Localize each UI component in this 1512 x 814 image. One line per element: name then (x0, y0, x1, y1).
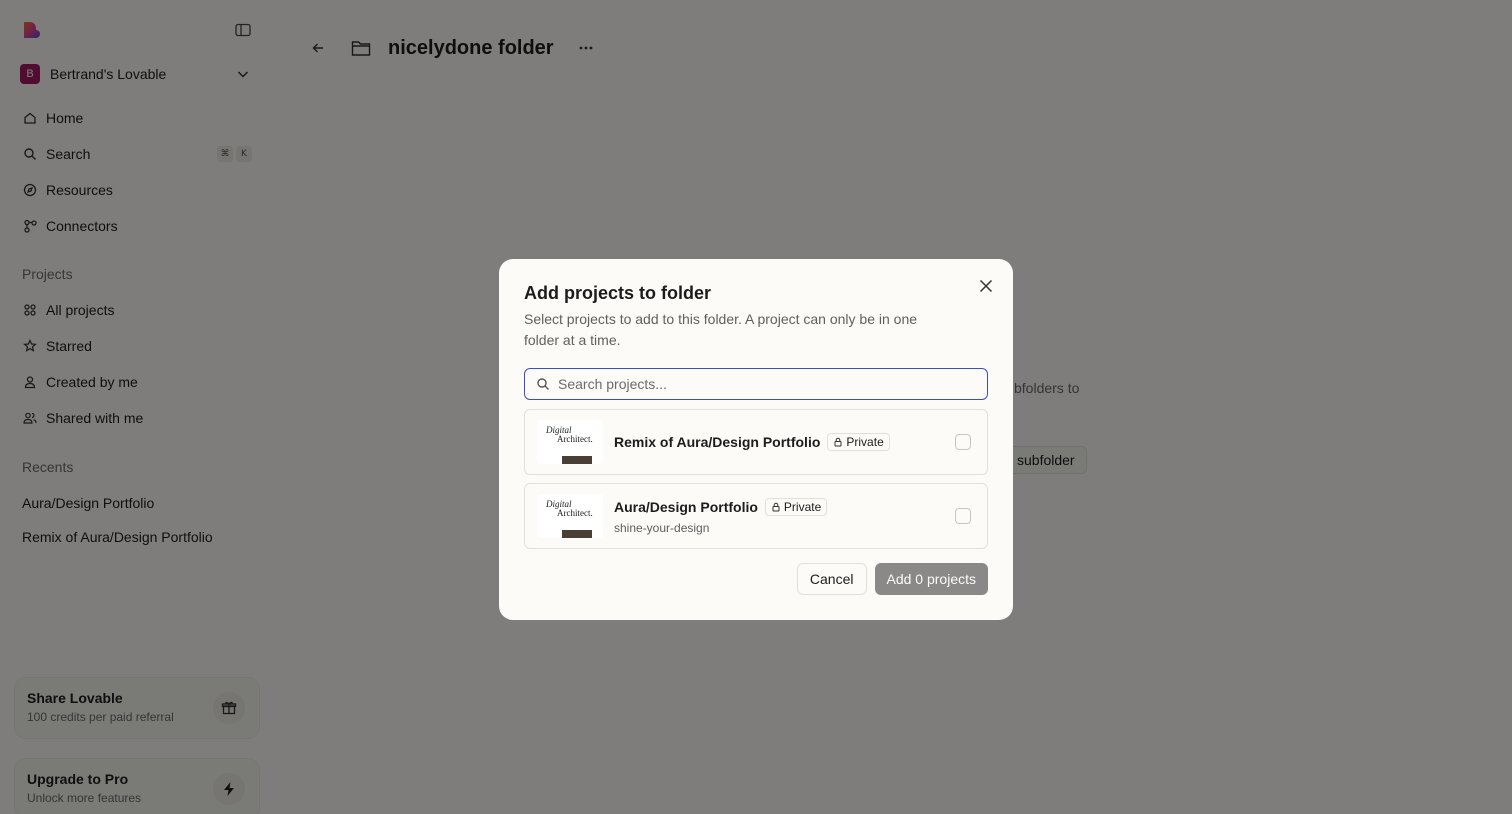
project-name: Remix of Aura/Design Portfolio (614, 434, 821, 450)
dialog-actions: Cancel Add 0 projects (796, 563, 988, 595)
search-projects-field[interactable] (524, 368, 988, 400)
close-icon[interactable] (977, 277, 995, 295)
thumbnail-image-strip (562, 530, 592, 538)
add-projects-dialog: Add projects to folder Select projects t… (499, 259, 1013, 620)
project-checkbox[interactable] (955, 434, 971, 450)
search-projects-input[interactable] (558, 376, 987, 392)
lock-icon (834, 437, 842, 447)
project-thumbnail: Digital Architect. (537, 494, 603, 538)
visibility-label: Private (783, 499, 822, 514)
project-name-row: Remix of Aura/Design Portfolio Private (614, 433, 890, 451)
thumbnail-text-line: Architect. (557, 434, 593, 444)
cancel-button[interactable]: Cancel (796, 563, 867, 595)
project-name-row: Aura/Design Portfolio Private (614, 497, 828, 516)
lock-icon (772, 502, 780, 511)
project-option[interactable]: Digital Architect. Aura/Design Portfolio… (524, 483, 988, 549)
project-thumbnail: Digital Architect. (537, 420, 603, 464)
project-name: Aura/Design Portfolio (614, 498, 758, 515)
project-checkbox[interactable] (955, 508, 971, 524)
visibility-badge: Private (827, 433, 890, 451)
search-icon (537, 378, 549, 390)
visibility-badge: Private (764, 497, 828, 516)
thumbnail-text-line: Architect. (557, 508, 593, 518)
project-slug: shine-your-design (614, 520, 710, 535)
thumbnail-image-strip (562, 456, 592, 464)
project-option[interactable]: Digital Architect. Remix of Aura/Design … (524, 409, 988, 475)
dialog-description: Select projects to add to this folder. A… (524, 311, 918, 348)
project-info: Remix of Aura/Design Portfolio Private (614, 433, 890, 451)
project-info: Aura/Design Portfolio Private shine-your… (614, 497, 828, 535)
visibility-label: Private (846, 435, 884, 449)
add-projects-button[interactable]: Add 0 projects (874, 563, 988, 595)
dialog-title: Add projects to folder (524, 283, 712, 303)
